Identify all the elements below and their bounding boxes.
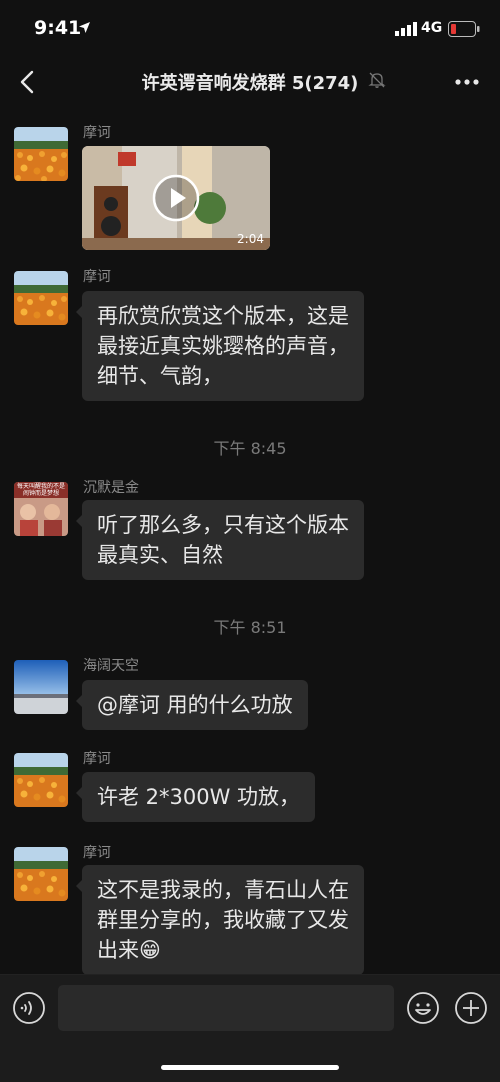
time-divider: 下午 8:45	[213, 439, 287, 458]
avatar-caption: 闹钟而是梦想	[22, 490, 59, 497]
marigold-field-image	[14, 753, 68, 807]
add-more-icon[interactable]	[454, 991, 488, 1025]
emoji-icon[interactable]	[406, 991, 440, 1025]
sender-name: 摩诃	[83, 269, 111, 285]
avatar[interactable]: 每天叫醒我的不是 闹钟而是梦想	[14, 482, 68, 536]
location-arrow-icon	[79, 22, 90, 33]
video-duration: 2:04	[237, 232, 264, 246]
message-bubble[interactable]: 这不是我录的，青石山人在 群里分享的，我收藏了又发 出来😁	[76, 865, 364, 974]
message-line: 出来😁	[97, 938, 161, 962]
status-bar: 9:41 4G	[0, 0, 500, 60]
message-line: 听了那么多，只有这个版本	[97, 513, 349, 537]
message-line: 许老 2*300W 功放，	[97, 785, 301, 809]
play-icon[interactable]	[152, 174, 200, 222]
signal-strength-icon	[395, 22, 417, 36]
marigold-field-image	[14, 271, 68, 325]
marigold-field-image	[14, 847, 68, 901]
message-line: 再欣赏欣赏这个版本，这是	[97, 304, 349, 328]
message-list[interactable]: 摩诃 2:04 摩诃 再欣赏欣赏这个版本，这是 最接近真实姚璎格的声音， 细节、…	[0, 107, 500, 974]
battery-icon	[448, 21, 480, 37]
status-time: 9:41	[34, 17, 82, 39]
message-bubble[interactable]: 再欣赏欣赏这个版本，这是 最接近真实姚璎格的声音， 细节、气韵，	[76, 291, 364, 401]
message-line: @摩诃 用的什么功放	[97, 693, 293, 717]
marigold-field-image	[14, 127, 68, 181]
video-message[interactable]: 2:04	[82, 146, 270, 250]
mute-bell-icon	[368, 72, 386, 88]
network-type: 4G	[421, 20, 443, 36]
sender-name: 摩诃	[83, 125, 111, 141]
sky-landscape-image	[14, 660, 68, 714]
voice-input-icon[interactable]	[12, 991, 46, 1025]
avatar-caption: 每天叫醒我的不是	[16, 483, 65, 490]
avatar[interactable]	[14, 847, 68, 901]
chat-header: 许英谔音响发烧群 5(274)	[0, 55, 500, 107]
message-bubble[interactable]: @摩诃 用的什么功放	[76, 680, 308, 730]
message-line: 群里分享的，我收藏了又发	[97, 908, 349, 932]
sender-name: 海阔天空	[83, 658, 139, 674]
more-options-icon[interactable]	[452, 67, 482, 97]
time-divider: 下午 8:51	[213, 618, 287, 637]
group-title: 许英谔音响发烧群 5(274)	[141, 73, 359, 94]
message-line: 最接近真实姚璎格的声音，	[97, 334, 349, 358]
message-line: 细节、气韵，	[97, 364, 223, 388]
sender-name: 摩诃	[83, 751, 111, 767]
avatar[interactable]	[14, 753, 68, 807]
avatar[interactable]	[14, 127, 68, 181]
avatar[interactable]	[14, 660, 68, 714]
home-indicator	[161, 1065, 339, 1070]
message-line: 这不是我录的，青石山人在	[97, 878, 349, 902]
message-input[interactable]	[58, 985, 394, 1031]
message-bubble[interactable]: 听了那么多，只有这个版本 最真实、自然	[76, 500, 364, 580]
sender-name: 沉默是金	[83, 480, 139, 496]
avatar[interactable]	[14, 271, 68, 325]
sender-name: 摩诃	[83, 845, 111, 861]
message-line: 最真实、自然	[97, 543, 223, 567]
message-bubble[interactable]: 许老 2*300W 功放，	[75, 772, 316, 822]
